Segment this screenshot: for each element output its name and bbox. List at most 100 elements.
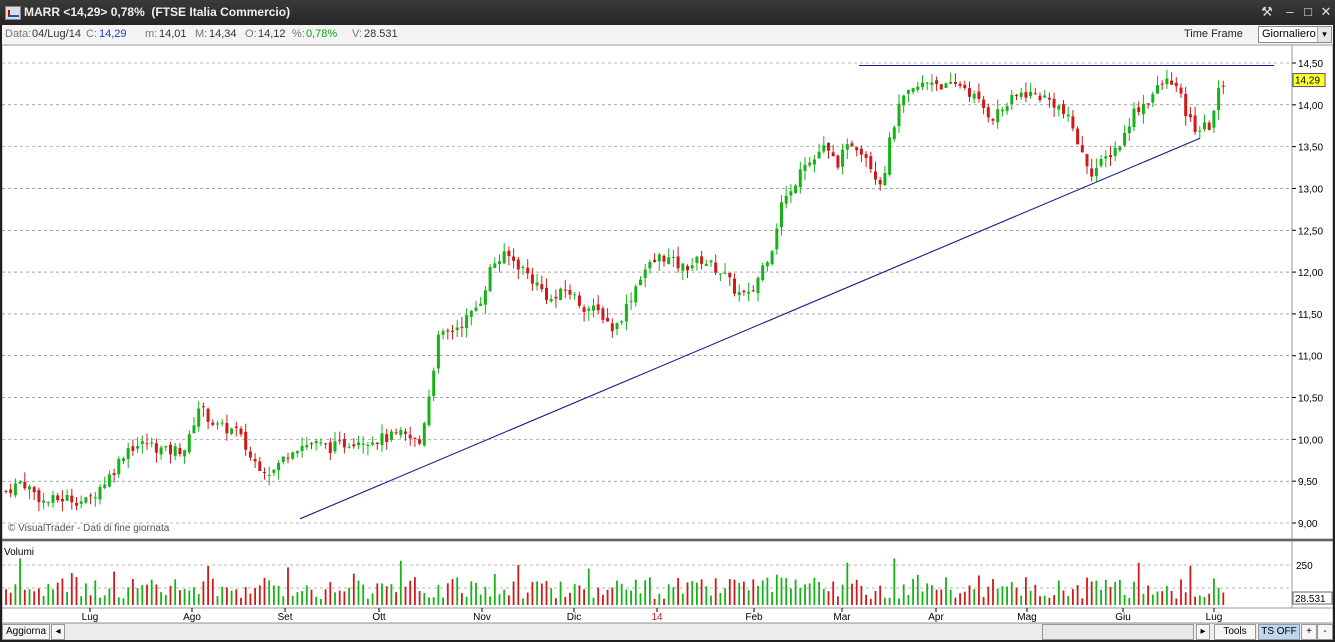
quote-info-bar: Data: 04/Lug/14 C: 14,29 m: 14,01 M: 14,… <box>2 25 1333 45</box>
candle-body <box>549 299 553 302</box>
candle-body <box>319 442 323 444</box>
candle-body <box>1104 156 1108 159</box>
close-button[interactable]: ✕ <box>1316 3 1335 21</box>
candle-body <box>89 495 93 497</box>
tools-button[interactable]: Tools <box>1214 624 1256 640</box>
candle-body <box>1005 106 1009 111</box>
volume-bar <box>122 598 125 605</box>
candle-body <box>761 265 765 281</box>
tools-icon[interactable]: ⚒ <box>1257 3 1277 21</box>
candle-body <box>324 443 328 445</box>
volume-bar <box>851 583 853 605</box>
candle-body <box>671 256 675 258</box>
candle-body <box>432 370 436 397</box>
volume-bar <box>719 592 722 605</box>
volume-label: V: <box>352 28 362 40</box>
volume-bar <box>277 585 280 605</box>
volume-bar <box>954 597 957 605</box>
volume-bar <box>489 596 491 605</box>
candle-body <box>1217 87 1221 111</box>
volume-bar <box>493 573 496 605</box>
price-chart[interactable]: 14,50 14,00 13,50 13,00 12,50 12,00 11,50 11,00… <box>2 45 1333 623</box>
candle-body <box>592 305 595 311</box>
price-tick-label: 9,50 <box>1298 477 1318 488</box>
volume-bar <box>822 588 825 605</box>
candle-body <box>700 256 704 264</box>
candle-body <box>756 277 760 294</box>
volume-bar <box>343 591 346 605</box>
update-button[interactable]: Aggiorna <box>2 624 50 640</box>
volume-bar <box>409 580 412 605</box>
volume-bar <box>912 578 914 605</box>
timeframe-select[interactable]: Giornaliero ▾ <box>1258 26 1332 43</box>
volume-bar <box>1048 597 1051 605</box>
volume-bar <box>75 577 78 605</box>
volume-bar <box>949 589 952 605</box>
candle-body <box>469 310 473 317</box>
ts-toggle-button[interactable]: TS OFF <box>1258 624 1300 640</box>
horizontal-scrollbar[interactable] <box>1042 624 1194 640</box>
volume-bar <box>846 562 849 605</box>
volume-bar <box>893 558 896 605</box>
candle-body <box>441 331 445 335</box>
volume-bar <box>470 581 473 605</box>
candle-body <box>427 396 431 426</box>
volume-bar <box>1015 587 1018 605</box>
volume-bar <box>1128 598 1131 605</box>
volume-bar <box>780 577 783 605</box>
volume-bar <box>644 580 647 605</box>
volume-bar <box>508 595 510 605</box>
volume-bar <box>841 584 844 605</box>
volume-bar <box>376 583 379 605</box>
volume-bar <box>653 598 656 605</box>
candle-body <box>991 118 995 121</box>
volume-bar <box>860 585 863 605</box>
time-tick-label: Dic <box>567 612 581 623</box>
candle-body <box>1184 93 1188 117</box>
volume-bar <box>926 583 929 605</box>
volume-bar <box>1175 598 1178 605</box>
volume-bar <box>1095 580 1098 605</box>
candle-body <box>977 91 981 100</box>
candle-body <box>277 463 281 471</box>
maximize-button[interactable]: □ <box>1298 3 1318 21</box>
zoom-in-button[interactable]: + <box>1301 624 1317 640</box>
candle-body <box>65 495 69 501</box>
volume-bar <box>442 597 444 605</box>
volume-bar <box>141 585 144 605</box>
volume-bar <box>888 597 891 605</box>
volume-bar <box>211 578 214 605</box>
candle-body <box>380 433 384 446</box>
candle-body <box>733 278 736 294</box>
candle-body <box>747 291 751 294</box>
candle-body <box>281 456 285 462</box>
scroll-left-icon[interactable]: ◂ <box>51 624 65 640</box>
volume-panel <box>2 540 1293 609</box>
candle-body <box>935 80 939 84</box>
candle-body <box>460 326 464 328</box>
candle-body <box>338 440 342 442</box>
candle-body <box>192 425 196 434</box>
volume-bar <box>540 583 543 605</box>
candle-body <box>850 143 854 147</box>
volume-bar <box>649 577 651 605</box>
volume-bar <box>808 583 811 605</box>
candle-body <box>841 149 845 167</box>
volume-bar <box>399 560 402 605</box>
time-tick-label: 14 <box>651 612 663 623</box>
candle-body <box>1109 155 1112 158</box>
candle-body <box>70 495 74 503</box>
scroll-right-icon[interactable]: ▸ <box>1196 624 1210 640</box>
zoom-out-button[interactable]: - <box>1317 624 1333 640</box>
candle-body <box>676 256 680 269</box>
candle-body <box>653 259 657 263</box>
volume-bar <box>465 596 468 605</box>
volume-bar <box>691 581 694 605</box>
volume-bar <box>963 591 966 605</box>
volume-bar <box>310 589 313 605</box>
volume-bar <box>268 580 271 605</box>
candle-body <box>310 443 313 445</box>
minimize-button[interactable]: – <box>1280 3 1300 21</box>
candle-body <box>1221 85 1225 87</box>
candle-body <box>1000 109 1004 112</box>
